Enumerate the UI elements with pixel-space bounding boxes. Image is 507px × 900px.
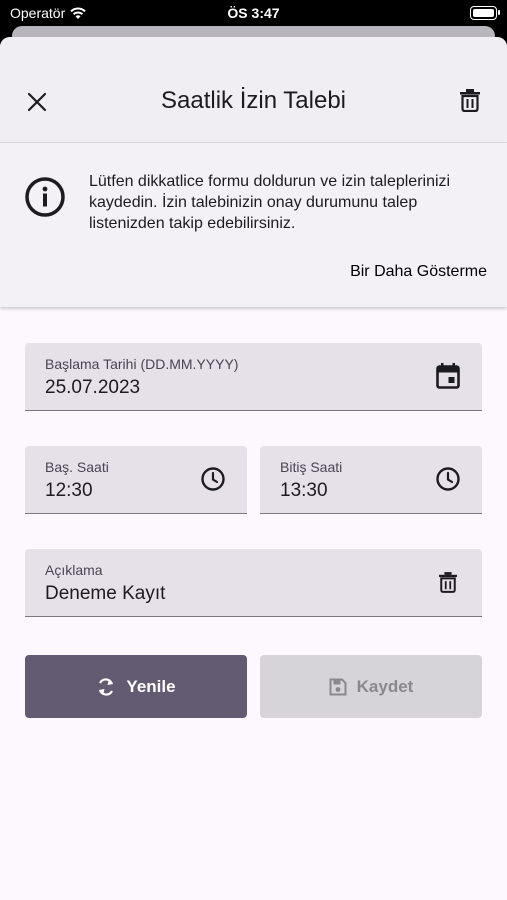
end-time-label: Bitiş Saati [280, 459, 343, 475]
start-time-field[interactable]: Baş. Saati 12:30 [25, 446, 247, 514]
sheet-header: Saatlik İzin Talebi [0, 37, 507, 142]
delete-request-button[interactable] [455, 85, 485, 115]
start-date-value: 25.07.2023 [45, 377, 141, 398]
start-date-field[interactable]: Başlama Tarihi (DD.MM.YYYY) 25.07.2023 [25, 343, 482, 411]
start-time-value: 12:30 [45, 480, 93, 501]
start-time-picker-button[interactable] [199, 465, 227, 493]
clock-icon [201, 467, 225, 491]
clock-icon [436, 467, 460, 491]
save-label: Kaydet [356, 676, 414, 696]
status-bar: Operatör ÖS 3:47 [0, 0, 507, 28]
dont-show-again-button[interactable]: Bir Daha Gösterme [350, 263, 487, 281]
start-date-label: Başlama Tarihi (DD.MM.YYYY) [45, 356, 239, 372]
refresh-button[interactable]: Yenile [25, 655, 247, 718]
calendar-icon [436, 363, 460, 389]
trash-icon [460, 89, 480, 112]
refresh-label: Yenile [126, 676, 176, 696]
save-icon [329, 678, 347, 695]
info-icon [25, 177, 65, 217]
page-title: Saatlik İzin Talebi [161, 87, 346, 114]
info-banner: Lütfen dikkatlice formu doldurun ve izin… [0, 142, 507, 307]
battery-icon [470, 6, 500, 20]
trash-icon [439, 572, 457, 593]
description-value: Deneme Kayıt [45, 583, 166, 604]
banner-message: Lütfen dikkatlice formu doldurun ve izin… [89, 173, 451, 232]
end-time-value: 13:30 [280, 480, 328, 501]
description-label: Açıklama [45, 562, 103, 578]
status-time: ÖS 3:47 [227, 5, 280, 21]
save-button[interactable]: Kaydet [260, 655, 482, 718]
date-picker-button[interactable] [434, 362, 462, 390]
end-time-field[interactable]: Bitiş Saati 13:30 [260, 446, 482, 514]
end-time-picker-button[interactable] [434, 465, 462, 493]
start-time-label: Baş. Saati [45, 459, 109, 475]
clear-description-button[interactable] [434, 568, 462, 596]
description-field[interactable]: Açıklama Deneme Kayıt [25, 549, 482, 617]
leave-request-sheet: Saatlik İzin Talebi Lütfen dikkatlice fo… [0, 37, 507, 900]
refresh-icon [99, 677, 114, 696]
